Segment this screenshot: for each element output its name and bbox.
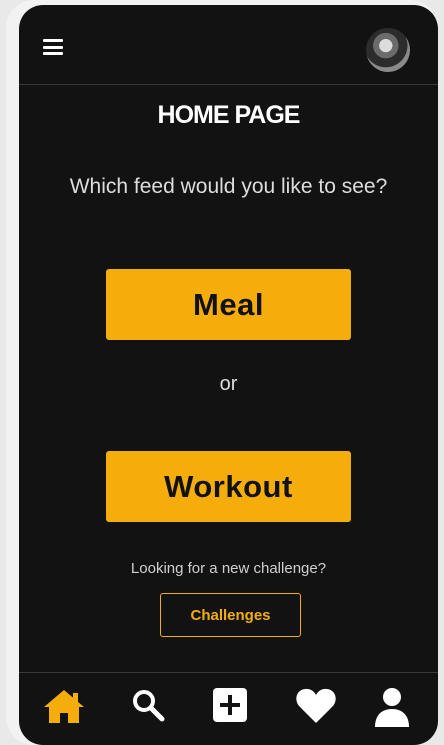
- profile-icon: [375, 688, 409, 727]
- add-post-icon: [213, 688, 247, 722]
- nav-favorites[interactable]: [293, 687, 339, 729]
- search-icon: [133, 690, 165, 722]
- challenges-button[interactable]: Challenges: [160, 593, 301, 637]
- menu-line: [43, 52, 63, 55]
- or-separator: or: [219, 373, 238, 395]
- nav-profile[interactable]: [369, 687, 415, 729]
- nav-home[interactable]: [41, 687, 87, 729]
- top-bar: [19, 5, 438, 85]
- app-screen: HOME PAGE Which feed would you like to s…: [19, 5, 438, 745]
- feed-question: Which feed would you like to see?: [69, 175, 388, 198]
- hamburger-menu-icon[interactable]: [43, 39, 63, 55]
- heart-icon: [296, 688, 336, 723]
- avatar[interactable]: [366, 28, 410, 72]
- workout-feed-button[interactable]: Workout: [106, 451, 351, 522]
- home-icon: [44, 690, 84, 723]
- bottom-navigation: [19, 672, 438, 745]
- meal-feed-button[interactable]: Meal: [106, 269, 351, 340]
- nav-search[interactable]: [125, 687, 171, 729]
- menu-line: [43, 45, 63, 49]
- phone-frame: HOME PAGE Which feed would you like to s…: [6, 0, 438, 745]
- challenge-prompt: Looking for a new challenge?: [130, 560, 327, 577]
- page-title: HOME PAGE: [157, 101, 301, 129]
- nav-add-post[interactable]: [207, 687, 253, 729]
- menu-line: [43, 39, 63, 42]
